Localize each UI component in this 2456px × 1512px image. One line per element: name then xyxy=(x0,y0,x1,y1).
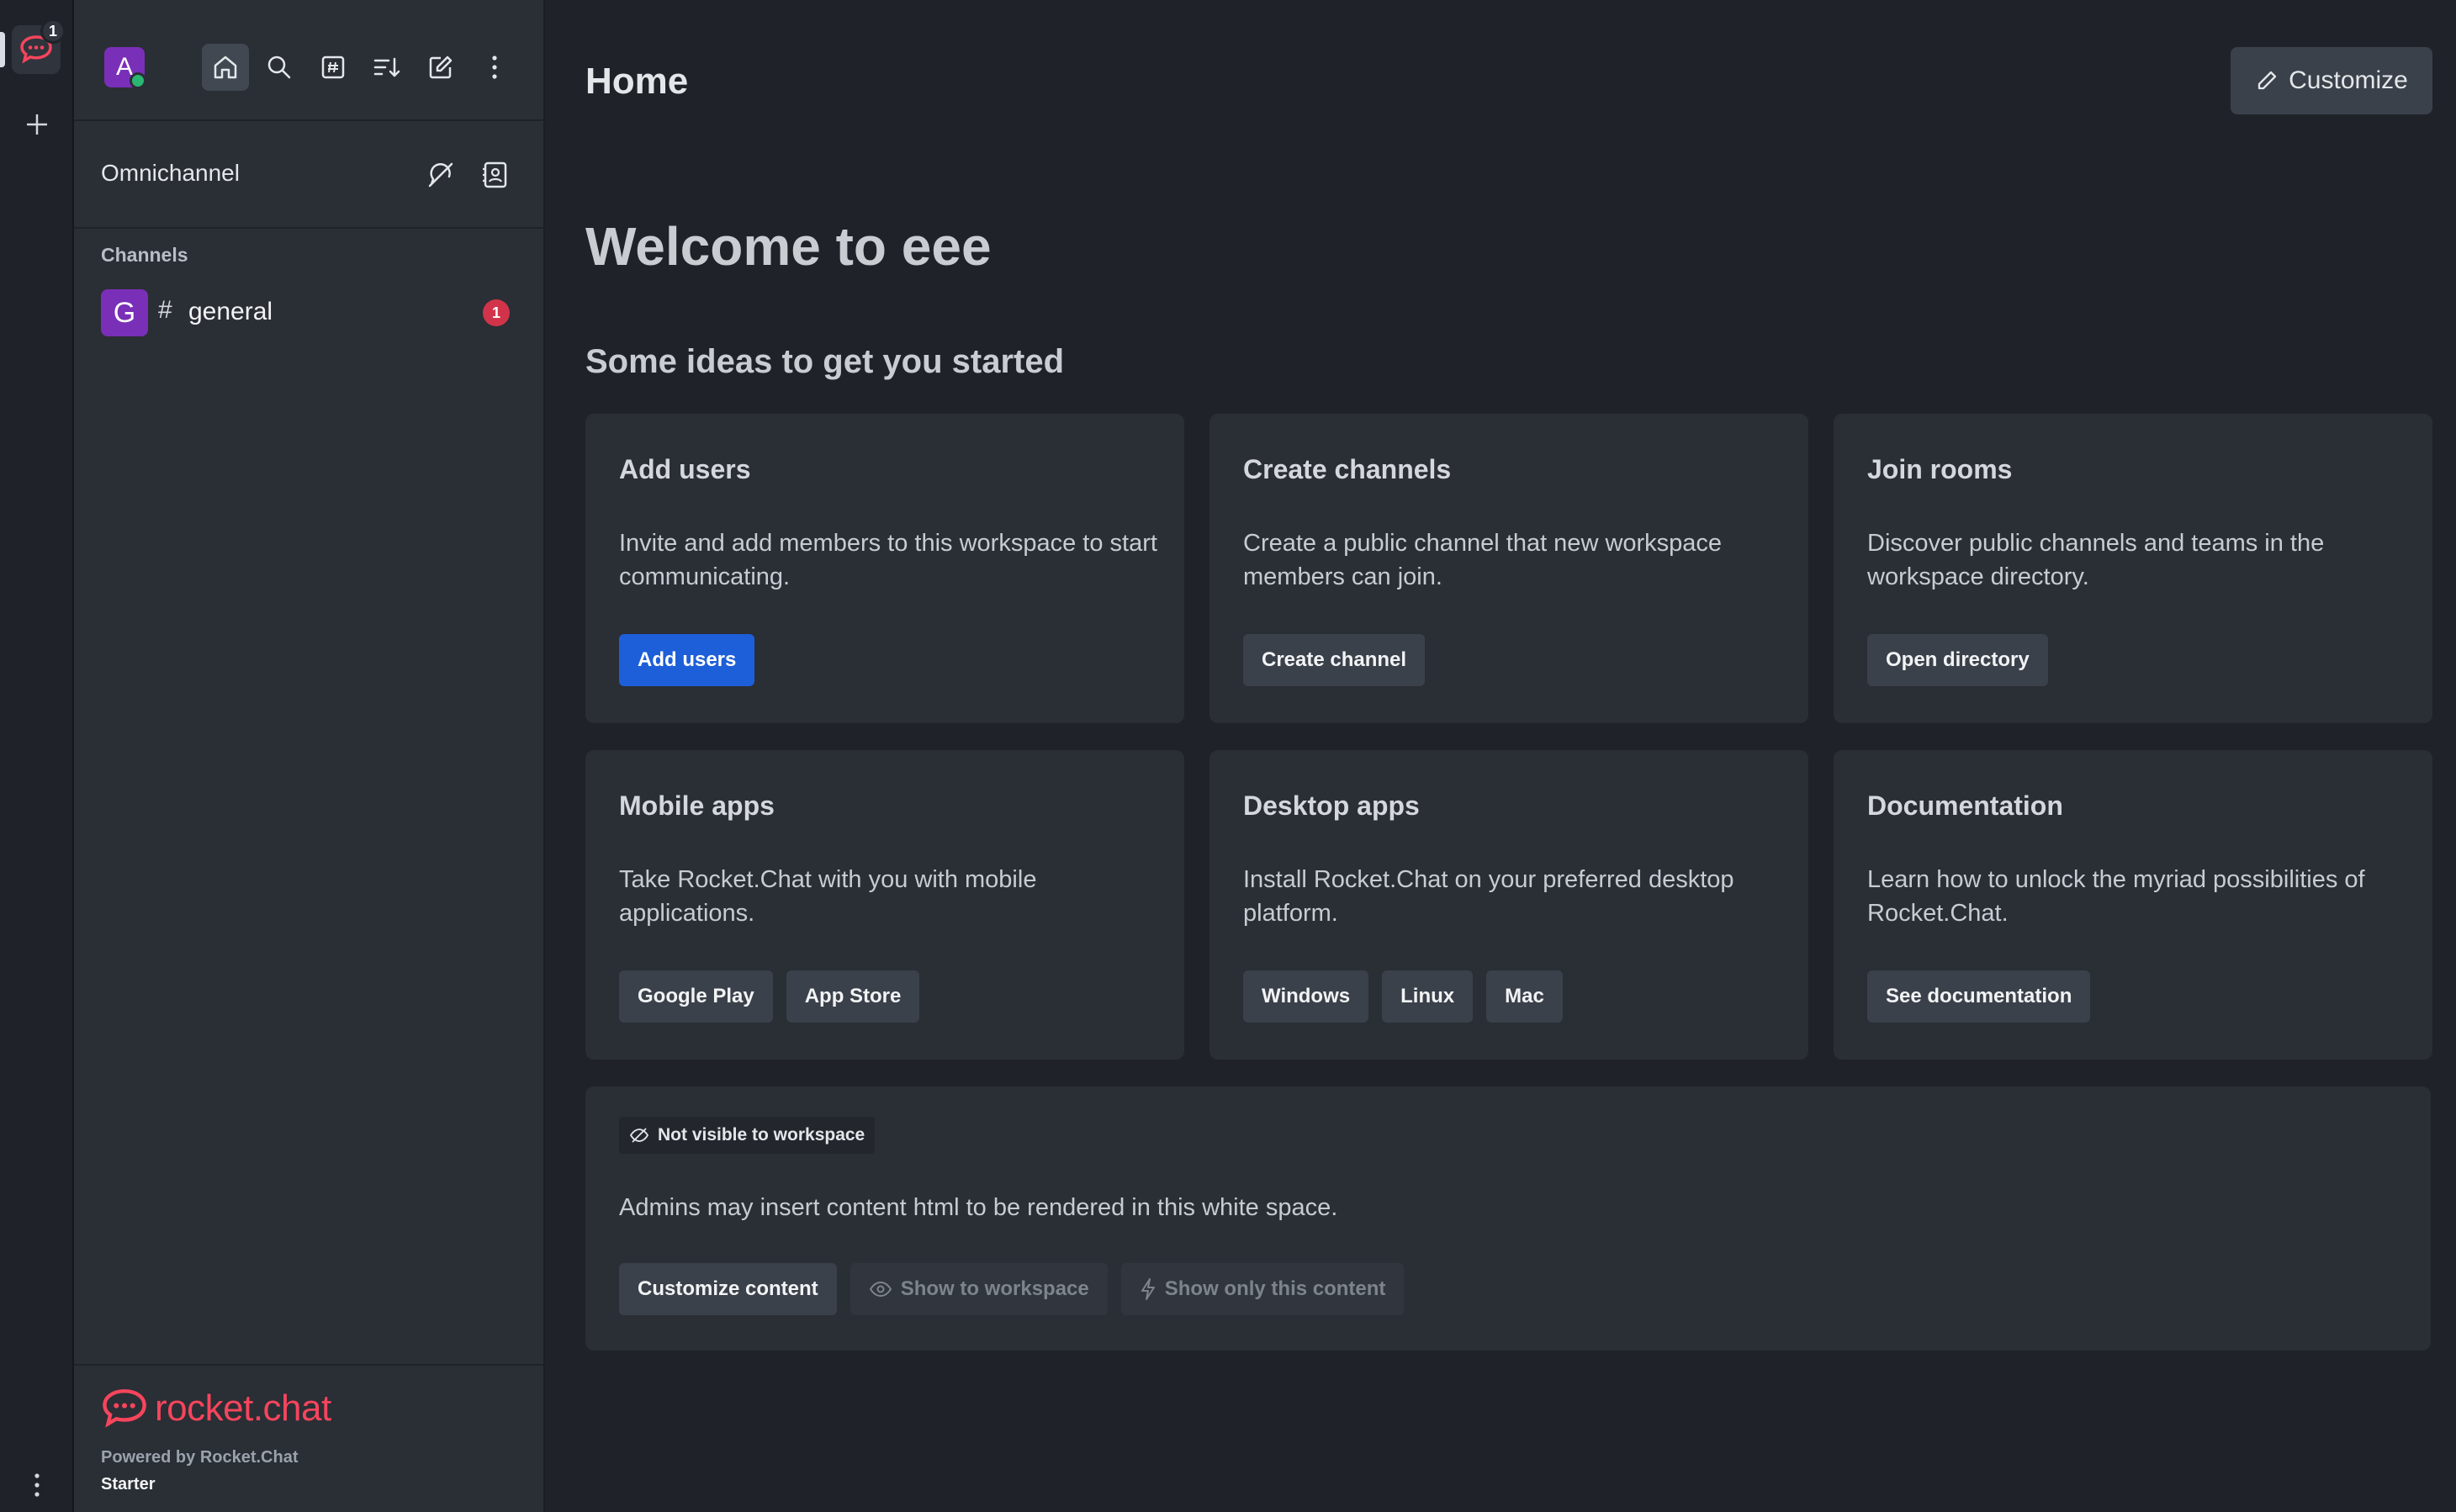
card-description: Discover public channels and teams in th… xyxy=(1867,530,2325,590)
search-icon xyxy=(267,56,291,79)
unread-badge: 1 xyxy=(483,299,510,326)
directory-button[interactable] xyxy=(310,44,357,91)
create-channels-card: Create channels Create a public channel … xyxy=(1209,414,1808,723)
mobile-apps-card: Mobile apps Take Rocket.Chat with you wi… xyxy=(585,750,1184,1060)
create-channel-button[interactable]: Create channel xyxy=(1243,634,1426,686)
home-icon xyxy=(214,56,237,79)
add-users-button[interactable]: Add users xyxy=(619,634,755,686)
create-new-button[interactable] xyxy=(417,44,464,91)
address-book-icon xyxy=(483,161,507,188)
show-to-workspace-button[interactable]: Show to workspace xyxy=(850,1263,1108,1315)
eye-icon xyxy=(869,1281,892,1298)
desktop-apps-card: Desktop apps Install Rocket.Chat on your… xyxy=(1209,750,1808,1060)
chat-off-icon xyxy=(428,162,453,188)
card-description: Learn how to unlock the myriad possibili… xyxy=(1867,866,2365,927)
main-content: Home Customize Welcome to eee Some ideas… xyxy=(547,0,2456,1512)
kebab-menu-icon xyxy=(34,1473,40,1497)
pencil-icon xyxy=(2258,71,2277,90)
card-title: Mobile apps xyxy=(619,790,775,821)
see-documentation-button[interactable]: See documentation xyxy=(1867,970,2091,1023)
plus-icon xyxy=(27,114,47,135)
card-description: Invite and add members to this workspace… xyxy=(619,530,1157,590)
plan-name: Starter xyxy=(101,1475,156,1493)
sort-icon xyxy=(373,57,400,77)
welcome-heading: Welcome to eee xyxy=(585,216,992,277)
documentation-card: Documentation Learn how to unlock the my… xyxy=(1834,750,2432,1060)
sidebar-footer: rocket.chat Powered by Rocket.Chat Start… xyxy=(74,1364,545,1512)
home-button[interactable] xyxy=(202,44,249,91)
card-title: Desktop apps xyxy=(1243,790,1420,821)
rocketchat-logo-icon xyxy=(103,1388,146,1428)
sidebar-item-general[interactable]: G # general 1 xyxy=(74,283,545,343)
pencil-box-icon xyxy=(429,56,453,79)
visibility-tag: Not visible to workspace xyxy=(619,1117,876,1154)
channels-section-title: Channels xyxy=(101,244,188,266)
card-title: Create channels xyxy=(1243,454,1452,484)
sidebar-header: A xyxy=(74,0,545,121)
page-title: Home xyxy=(585,61,689,102)
card-description: Take Rocket.Chat with you with mobile ap… xyxy=(619,866,1037,927)
show-only-this-content-label: Show only this content xyxy=(1164,1277,1386,1300)
card-title: Join rooms xyxy=(1867,454,2013,484)
app-window: 1 A Omnichannel Channels G # general 1 r… xyxy=(0,0,2456,1512)
card-description: Create a public channel that new workspa… xyxy=(1243,530,1723,590)
custom-content-description: Admins may insert content html to be ren… xyxy=(619,1194,1338,1221)
sidebar: A Omnichannel Channels G # general 1 roc… xyxy=(74,0,545,1512)
linux-button[interactable]: Linux xyxy=(1382,970,1474,1023)
omnichannel-section: Omnichannel xyxy=(74,121,545,229)
contact-center-button[interactable] xyxy=(471,151,518,198)
card-title: Documentation xyxy=(1867,790,2063,821)
ideas-heading: Some ideas to get you started xyxy=(585,343,1065,380)
visibility-tag-label: Not visible to workspace xyxy=(658,1125,865,1145)
channel-avatar: G xyxy=(101,289,148,336)
channel-name: general xyxy=(188,298,273,325)
sidebar-more-button[interactable] xyxy=(471,44,518,91)
customize-button[interactable]: Customize xyxy=(2231,47,2432,114)
powered-by-text: Powered by Rocket.Chat xyxy=(101,1448,299,1467)
open-directory-button[interactable]: Open directory xyxy=(1867,634,2048,686)
customize-label: Customize xyxy=(2289,66,2408,94)
mac-button[interactable]: Mac xyxy=(1486,970,1563,1023)
omnichannel-availability-toggle[interactable] xyxy=(417,151,464,198)
server-rail: 1 xyxy=(0,0,74,1512)
card-title: Add users xyxy=(619,454,751,484)
lightning-icon xyxy=(1141,1278,1155,1300)
directory-icon xyxy=(321,56,345,79)
kebab-menu-icon xyxy=(492,56,497,79)
show-only-this-content-button[interactable]: Show only this content xyxy=(1120,1263,1405,1315)
add-server-button[interactable] xyxy=(19,106,56,143)
online-status-indicator xyxy=(130,72,146,89)
customize-content-button[interactable]: Customize content xyxy=(619,1263,837,1315)
windows-button[interactable]: Windows xyxy=(1243,970,1369,1023)
custom-content-card: Not visible to workspace Admins may inse… xyxy=(585,1086,2431,1351)
app-store-button[interactable]: App Store xyxy=(786,970,920,1023)
brand-wordmark: rocket.chat xyxy=(155,1388,331,1429)
hashtag-icon: # xyxy=(158,296,172,324)
sort-button[interactable] xyxy=(363,44,410,91)
eye-off-icon xyxy=(629,1128,649,1143)
join-rooms-card: Join rooms Discover public channels and … xyxy=(1834,414,2432,723)
server-unread-badge: 1 xyxy=(40,19,66,44)
show-to-workspace-label: Show to workspace xyxy=(900,1277,1089,1300)
omnichannel-label: Omnichannel xyxy=(101,160,240,186)
google-play-button[interactable]: Google Play xyxy=(619,970,773,1023)
search-button[interactable] xyxy=(256,44,303,91)
add-users-card: Add users Invite and add members to this… xyxy=(585,414,1184,723)
rail-menu-button[interactable] xyxy=(22,1467,52,1504)
brand-logo: rocket.chat xyxy=(101,1388,331,1430)
card-description: Install Rocket.Chat on your preferred de… xyxy=(1243,866,1734,927)
